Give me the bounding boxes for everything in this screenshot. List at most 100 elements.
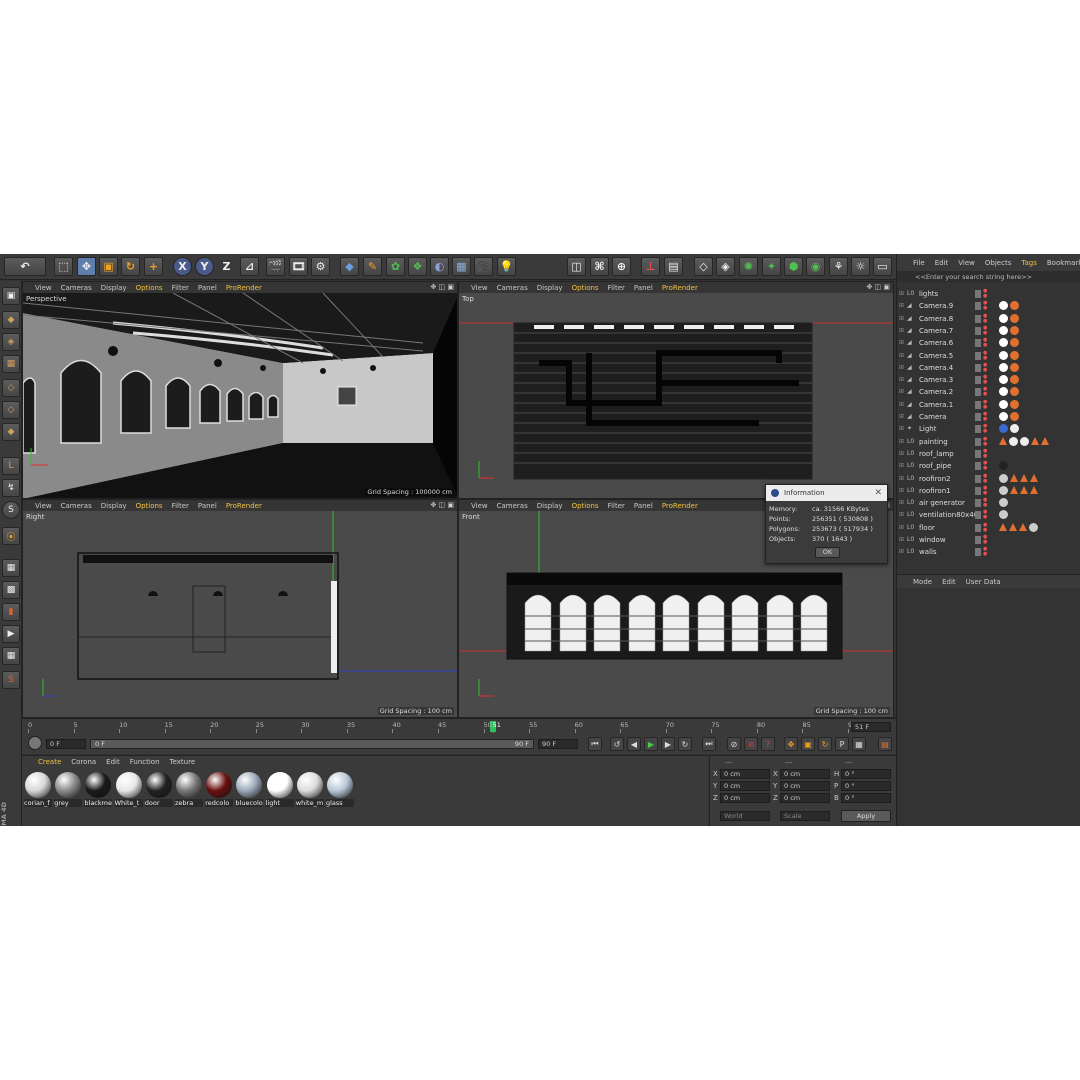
snap-icon[interactable]: ⌘ [590,257,609,276]
corona-tag-icon[interactable] [1031,436,1039,445]
object-row[interactable]: ⊞ L0 air generator ● ● [897,497,1080,509]
visibility-dots-icon[interactable]: ● ● [983,436,987,447]
coordinate-system-icon[interactable]: ⊿ [240,257,259,276]
end-frame-field[interactable]: 90 F [538,739,578,749]
object-row[interactable]: ⊞ ◢ Camera.1 ● ● [897,399,1080,411]
y-axis-toggle[interactable]: Y [195,257,214,276]
material-tag-icon[interactable] [999,424,1008,434]
object-row[interactable]: ⊞ L0 roofiron1 ● ● [897,485,1080,497]
expand-icon[interactable]: ⊞ [899,413,904,420]
object-tags[interactable] [999,461,1008,471]
menu-view[interactable]: View [35,284,52,292]
floor-icon[interactable]: ▦ [452,257,471,276]
make-editable-icon[interactable]: ▣ [2,287,20,305]
current-frame-field[interactable]: 51 F [851,722,891,732]
object-tags[interactable] [999,473,1038,483]
layer-color-icon[interactable] [975,486,981,495]
tweak-mode-icon[interactable]: ↯ [2,479,20,497]
material-tag-icon[interactable] [1010,399,1019,409]
menu-view[interactable]: View [471,502,488,510]
object-tags[interactable] [999,485,1038,495]
timeline-window-icon[interactable]: ▤ [878,737,892,751]
layer-color-icon[interactable] [975,425,981,434]
size-z-field[interactable]: 0 cm [780,793,830,803]
menu-panel[interactable]: Panel [634,284,653,292]
corona-proxy-icon[interactable]: ⬢ [784,257,803,276]
expand-icon[interactable]: ⊞ [899,487,904,494]
menu-filter[interactable]: Filter [608,284,625,292]
point-level-icon[interactable]: ▦ [852,737,866,751]
material-swatch[interactable]: zebra [175,771,203,807]
model-mode-icon[interactable]: ◆ [2,311,20,329]
layer-color-icon[interactable] [975,290,981,298]
visibility-dots-icon[interactable]: ● ● [983,461,987,471]
scale-icon[interactable]: ▣ [99,257,118,276]
menu-prorender[interactable]: ProRender [662,502,698,510]
polygon-mode-icon[interactable]: ◇ [694,257,713,276]
corona-vfb-icon[interactable]: ▭ [873,257,892,276]
layer-color-icon[interactable] [975,314,981,323]
visibility-dots-icon[interactable]: ● ● [983,399,987,410]
visibility-dots-icon[interactable]: ● ● [983,424,987,434]
corona-tag-icon[interactable] [1020,473,1028,482]
expand-icon[interactable]: ⊞ [899,450,904,457]
rotation-h-field[interactable]: 0 ° [841,769,891,779]
menu-file[interactable]: File [913,259,925,267]
position-track-icon[interactable]: ✥ [784,737,798,751]
visibility-dots-icon[interactable]: ● ● [983,289,987,299]
scale-dropdown[interactable]: Scale [780,811,830,821]
menu-view[interactable]: View [958,259,975,267]
cube-primitive-icon[interactable]: ◆ [340,257,359,276]
menu-prorender[interactable]: ProRender [226,502,262,510]
object-row[interactable]: ⊞ L0 roof_pipe ● ● [897,460,1080,472]
edge-mode-icon[interactable]: ◈ [716,257,735,276]
menu-tags[interactable]: Tags [1021,259,1037,267]
menu-corona[interactable]: Corona [71,758,96,766]
workplane-icon[interactable]: ◫ [567,257,586,276]
undo-button[interactable]: ↶ [4,257,46,276]
corona-scatter-icon[interactable]: ⚘ [829,257,848,276]
corona-tag-icon[interactable] [1009,522,1017,531]
position-z-field[interactable]: 0 cm [720,793,770,803]
material-tag-icon[interactable] [1010,375,1019,385]
position-y-field[interactable]: 0 cm [720,781,770,791]
object-tags[interactable] [999,301,1019,311]
menu-cameras[interactable]: Cameras [497,502,528,510]
polygons-mode-icon[interactable]: ◆ [2,423,20,441]
layer-color-icon[interactable] [975,400,981,409]
object-tags[interactable] [999,424,1019,434]
material-swatch[interactable]: door [144,771,173,807]
corona-sun-icon[interactable]: ☼ [851,257,870,276]
timeline-ruler[interactable]: 05101520253035404550515560657075808590 [28,721,856,733]
camera-create-icon[interactable]: 🎥 [474,257,493,276]
object-row[interactable]: ⊞ ✦ Light ● ● [897,423,1080,435]
expand-icon[interactable]: ⊞ [899,438,904,445]
corona-tag-icon[interactable] [999,436,1007,445]
material-tag-icon[interactable] [1010,313,1019,323]
visibility-dots-icon[interactable]: ● ● [983,498,987,508]
layer-color-icon[interactable] [975,302,981,311]
layer-color-icon[interactable] [975,536,981,544]
edges-mode-icon[interactable]: ◇ [2,401,20,419]
solo-mode-icon[interactable]: S [2,501,20,519]
next-key-icon[interactable]: ↻ [678,737,692,751]
enable-axis-icon[interactable]: L [2,457,20,475]
material-tag-icon[interactable] [999,362,1008,372]
object-tags[interactable] [999,362,1019,372]
workplane-mode-icon[interactable]: ▦ [2,355,20,373]
folder-icon[interactable]: ▮ [2,603,20,621]
layer-color-icon[interactable] [975,523,981,532]
corona-tag-icon[interactable] [1019,522,1027,531]
material-tag-icon[interactable] [1010,387,1019,397]
material-swatch[interactable]: white_m [295,771,324,807]
menu-options[interactable]: Options [572,502,599,510]
corona-tag-icon[interactable] [1030,473,1038,482]
symmetry-icon[interactable]: ▦ [2,559,20,577]
layer-color-icon[interactable] [975,462,981,471]
record-active-icon[interactable]: ⊘ [727,737,741,751]
layer-color-icon[interactable] [975,437,981,446]
menu-prorender[interactable]: ProRender [662,284,698,292]
previous-key-icon[interactable]: ↺ [610,737,624,751]
visibility-dots-icon[interactable]: ● ● [983,485,987,496]
material-swatch[interactable]: light [265,771,294,807]
